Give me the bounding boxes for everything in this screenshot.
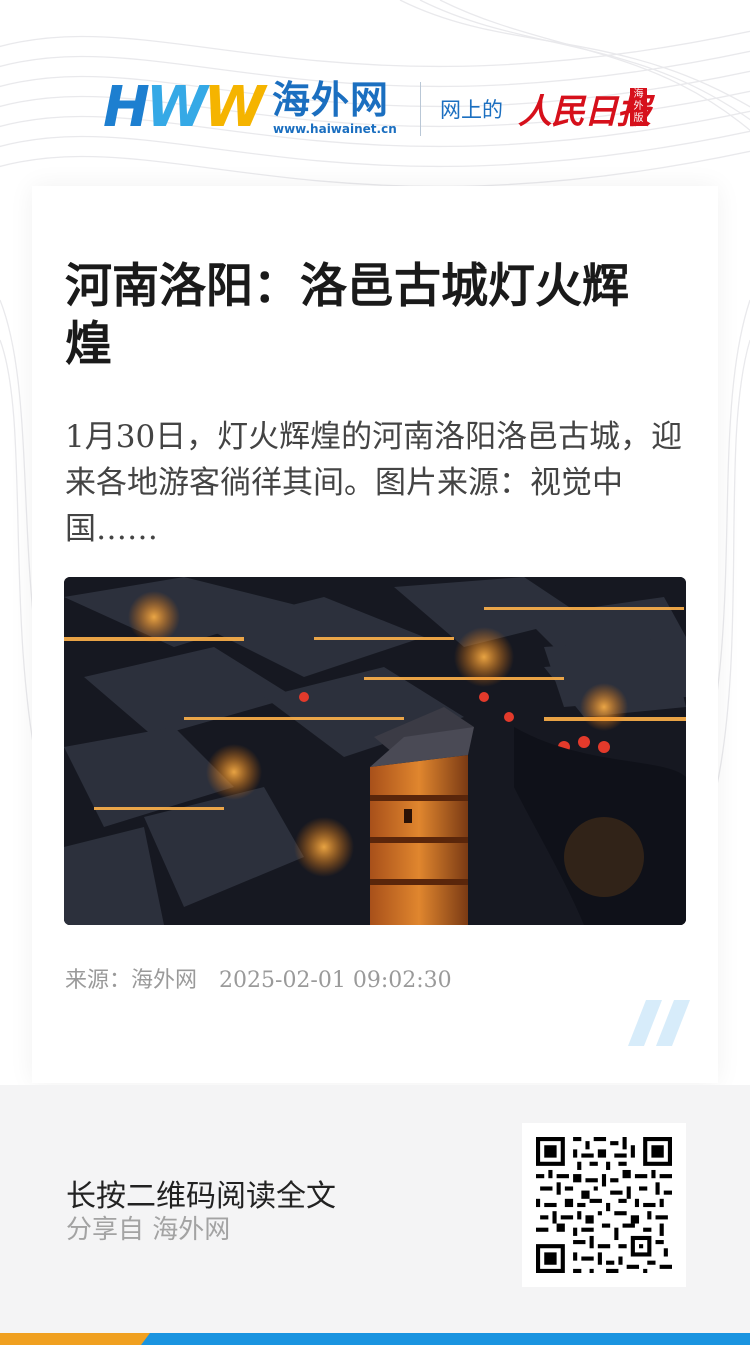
night-town-image [64,577,686,925]
article-datetime: 2025-02-01 09:02:30 [219,968,452,993]
article-source: 来源：海外网 [65,968,198,993]
article-title: 河南洛阳：洛邑古城灯火辉煌 [65,259,629,372]
logo-divider [420,82,421,136]
article-meta: 来源：海外网 2025-02-01 09:02:30 [65,962,452,994]
qr-code[interactable] [522,1123,686,1287]
footer: 长按二维码阅读全文 分享自 海外网 [0,1085,750,1333]
bottom-bar-orange-segment [0,1333,150,1345]
partner-prefix: 网上的 [440,98,503,122]
bottom-color-bar [0,1333,750,1345]
share-from: 分享自 海外网 [66,1215,231,1245]
hww-logo[interactable]: HWW [103,80,265,136]
site-header: HWW 海外网 www.haiwainet.cn 网上的 人民日报 海外版 [0,70,750,150]
qr-code-icon [536,1137,672,1273]
article-card[interactable]: 河南洛阳：洛邑古城灯火辉煌 1月30日，灯火辉煌的河南洛阳洛邑古城，迎来各地游客… [32,186,718,1083]
article-summary: 1月30日，灯火辉煌的河南洛阳洛邑古城，迎来各地游客徜徉其间。图片来源：视觉中国… [65,419,683,547]
article-photo[interactable] [64,577,686,925]
haiwainet-logo-text: 海外网 [272,78,390,122]
quote-mark-icon [628,1000,690,1046]
overseas-edition-seal: 海外版 [630,88,647,126]
haiwainet-url: www.haiwainet.cn [273,122,397,136]
